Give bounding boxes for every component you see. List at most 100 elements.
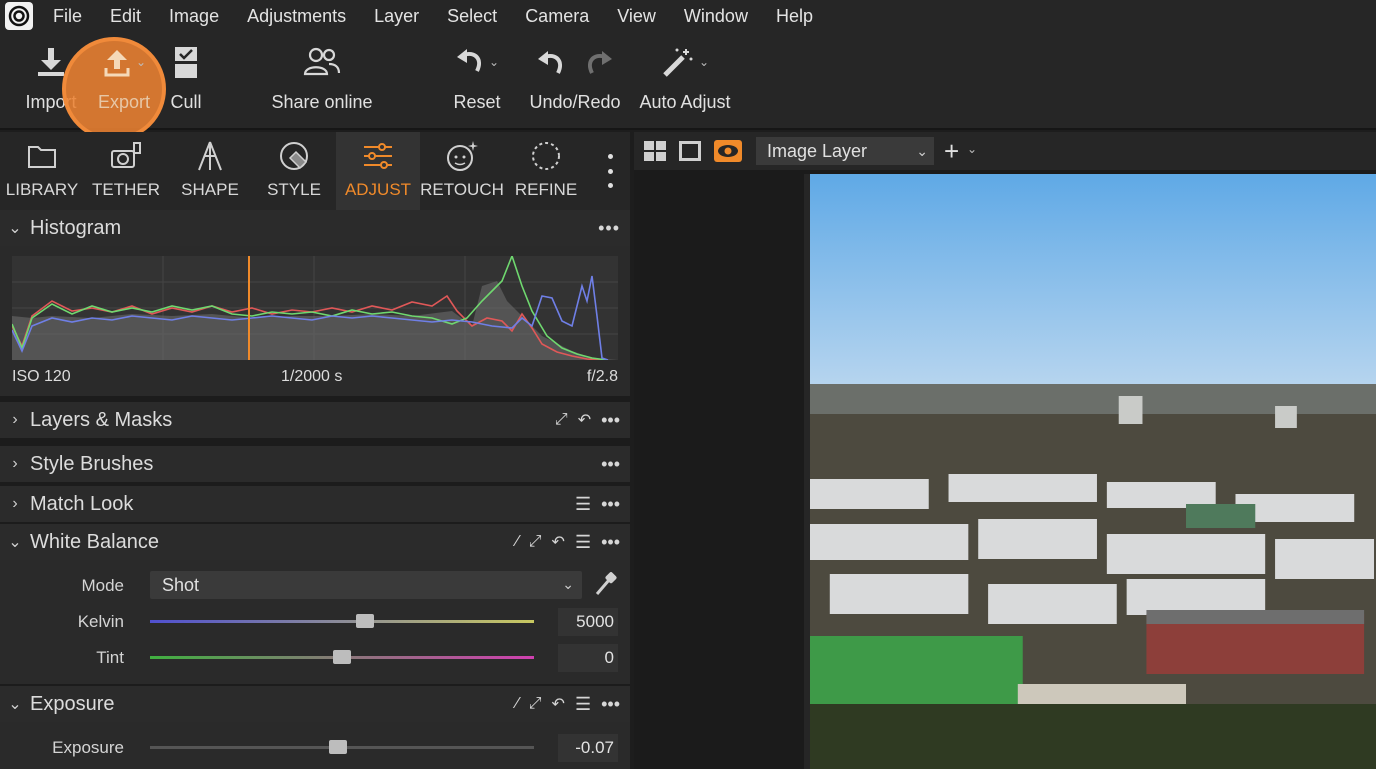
tint-slider[interactable] <box>150 650 534 664</box>
tab-retouch-label: RETOUCH <box>420 180 504 199</box>
tab-retouch[interactable]: RETOUCH <box>420 132 504 210</box>
auto-wand-icon[interactable]: ⁄ <box>516 533 519 551</box>
presets-menu-icon[interactable]: ☰ <box>575 694 591 715</box>
tab-tether[interactable]: TETHER <box>84 132 168 210</box>
cull-icon <box>173 32 199 92</box>
more-tabs-kebab-icon[interactable] <box>600 154 620 188</box>
histogram-chart <box>12 256 618 360</box>
cull-label: Cull <box>170 92 202 112</box>
style-brushes-more-icon[interactable]: ••• <box>601 454 620 475</box>
camera-tether-icon <box>110 132 142 180</box>
expand-chevron-icon[interactable]: › <box>0 455 30 473</box>
tab-tether-label: TETHER <box>92 180 160 199</box>
menu-camera[interactable]: Camera <box>525 6 589 27</box>
style-brushes-section-header[interactable]: › Style Brushes ••• <box>0 446 630 482</box>
collapse-chevron-icon[interactable]: ⌄ <box>0 218 30 238</box>
share-online-button[interactable]: Share online <box>268 32 376 128</box>
chevron-down-icon: ⌄ <box>562 576 574 592</box>
reset-button[interactable]: ⌄ Reset <box>446 32 508 128</box>
menu-window[interactable]: Window <box>684 6 748 27</box>
auto-adjust-button[interactable]: ⌄ Auto Adjust <box>636 32 734 128</box>
collapse-chevron-icon[interactable]: ⌄ <box>0 532 30 552</box>
export-label: Export <box>97 92 151 112</box>
menu-bar: File Edit Image Adjustments Layer Select… <box>0 0 1376 32</box>
tint-label: Tint <box>96 648 124 667</box>
menu-file[interactable]: File <box>53 6 82 27</box>
left-tool-panel: LIBRARY TETHER SHAPE STYLE ADJUST RETOUC… <box>0 132 630 769</box>
reset-dropdown-chevron-icon[interactable]: ⌄ <box>489 55 499 69</box>
grid-view-icon[interactable] <box>644 141 666 166</box>
menu-help[interactable]: Help <box>776 6 813 27</box>
layers-more-icon[interactable]: ••• <box>601 410 620 431</box>
reset-section-icon[interactable]: ↶ <box>552 532 565 552</box>
menu-adjustments[interactable]: Adjustments <box>247 6 346 27</box>
copy-apply-icon[interactable]: ⤢ <box>529 533 542 551</box>
refine-circle-icon <box>530 132 562 180</box>
copy-apply-icon[interactable]: ⤢ <box>529 695 542 713</box>
layers-masks-section-header[interactable]: › Layers & Masks ⤢ ↶ ••• <box>0 402 630 438</box>
tint-value[interactable]: 0 <box>558 644 618 672</box>
sliders-icon <box>362 132 394 180</box>
exposure-slider[interactable] <box>150 740 534 754</box>
add-layer-chevron-icon[interactable]: ⌄ <box>967 142 977 156</box>
redo-icon <box>587 51 612 74</box>
wb-mode-select[interactable]: Shot ⌄ <box>150 571 582 599</box>
single-view-icon[interactable] <box>679 141 701 166</box>
auto-wand-icon[interactable]: ⁄ <box>516 695 519 713</box>
undo-redo-button[interactable]: Undo/Redo <box>527 32 623 128</box>
copy-apply-icon[interactable]: ⤢ <box>555 411 568 429</box>
tint-slider-thumb[interactable] <box>333 650 351 664</box>
match-look-more-icon[interactable]: ••• <box>601 494 620 515</box>
tab-refine[interactable]: REFINE <box>504 132 588 210</box>
menu-image[interactable]: Image <box>169 6 219 27</box>
kelvin-value[interactable]: 5000 <box>558 608 618 636</box>
reset-section-icon[interactable]: ↶ <box>552 694 565 714</box>
histogram-section-header[interactable]: ⌄ Histogram ••• <box>0 210 630 246</box>
layer-select-value: Image Layer <box>767 141 868 161</box>
shape-icon <box>195 132 225 180</box>
presets-menu-icon[interactable]: ☰ <box>575 494 591 515</box>
exposure-label: Exposure <box>52 738 124 757</box>
menu-layer[interactable]: Layer <box>374 6 419 27</box>
tab-style[interactable]: STYLE <box>252 132 336 210</box>
kelvin-slider[interactable] <box>150 614 534 628</box>
reset-section-icon[interactable]: ↶ <box>578 410 591 430</box>
iso-value: ISO 120 <box>12 368 71 385</box>
presets-menu-icon[interactable]: ☰ <box>575 532 591 553</box>
style-icon <box>278 132 310 180</box>
eyedropper-icon[interactable] <box>594 571 618 602</box>
match-look-section-header[interactable]: › Match Look ☰ ••• <box>0 486 630 522</box>
add-layer-icon[interactable]: + <box>944 136 959 167</box>
shutter-value: 1/2000 s <box>281 368 343 385</box>
menu-view[interactable]: View <box>617 6 656 27</box>
expand-chevron-icon[interactable]: › <box>0 411 30 429</box>
cull-button[interactable]: Cull <box>166 32 206 128</box>
menu-edit[interactable]: Edit <box>110 6 141 27</box>
export-dropdown-chevron-icon[interactable]: ⌄ <box>136 55 146 69</box>
tab-library[interactable]: LIBRARY <box>0 132 84 210</box>
layer-select[interactable]: Image Layer ⌄ <box>756 137 934 165</box>
collapse-chevron-icon[interactable]: ⌄ <box>0 694 30 714</box>
eye-preview-icon[interactable] <box>714 140 742 167</box>
histogram-more-icon[interactable]: ••• <box>598 218 620 239</box>
expand-chevron-icon[interactable]: › <box>0 495 30 513</box>
exposure-more-icon[interactable]: ••• <box>601 694 620 715</box>
share-online-label: Share online <box>271 92 373 112</box>
exposure-slider-thumb[interactable] <box>329 740 348 754</box>
tab-shape-label: SHAPE <box>181 180 239 199</box>
export-button[interactable]: ⌄ Export <box>92 32 156 128</box>
tab-shape[interactable]: SHAPE <box>168 132 252 210</box>
auto-adjust-dropdown-chevron-icon[interactable]: ⌄ <box>699 55 709 69</box>
white-balance-section-header[interactable]: ⌄ White Balance ⁄ ⤢ ↶ ☰ ••• <box>0 524 630 560</box>
undo-redo-icon <box>536 32 614 92</box>
exposure-section-header[interactable]: ⌄ Exposure ⁄ ⤢ ↶ ☰ ••• <box>0 686 630 722</box>
exposure-value[interactable]: -0.07 <box>558 734 618 762</box>
photo-canvas[interactable] <box>804 174 1376 769</box>
menu-select[interactable]: Select <box>447 6 497 27</box>
white-balance-more-icon[interactable]: ••• <box>601 532 620 553</box>
toolbar: Import ⌄ Export Cull Share online ⌄ Rese… <box>0 32 1376 141</box>
white-balance-title: White Balance <box>30 530 159 553</box>
app-logo-icon[interactable] <box>5 2 33 30</box>
kelvin-slider-thumb[interactable] <box>356 614 375 628</box>
tab-adjust[interactable]: ADJUST <box>336 132 420 210</box>
